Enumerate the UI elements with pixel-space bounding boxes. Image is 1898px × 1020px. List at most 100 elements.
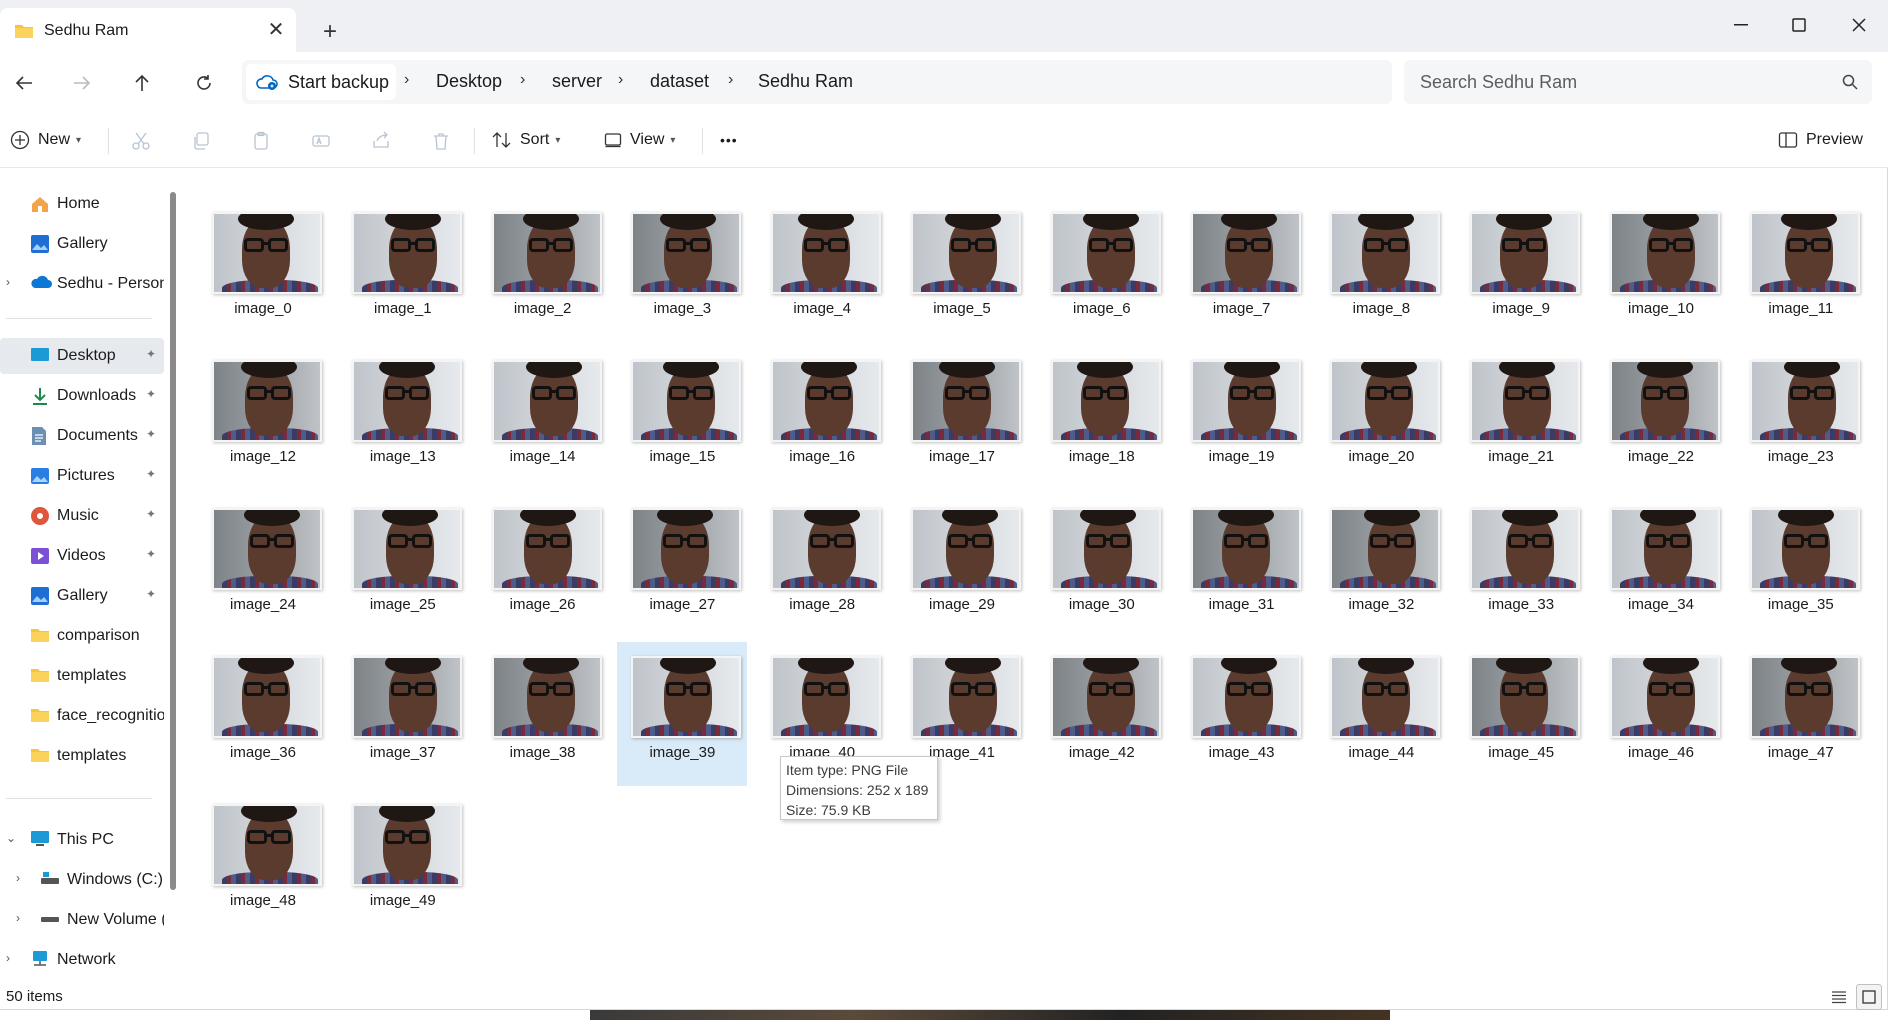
file-item[interactable]: image_24	[198, 494, 328, 638]
pin-icon[interactable]: ✦	[146, 387, 156, 401]
file-item[interactable]: image_21	[1456, 346, 1586, 490]
file-item[interactable]: image_10	[1596, 198, 1726, 342]
file-item[interactable]: image_34	[1596, 494, 1726, 638]
file-item[interactable]: image_1	[338, 198, 468, 342]
file-item[interactable]: image_8	[1316, 198, 1446, 342]
file-item[interactable]: image_22	[1596, 346, 1726, 490]
sidebar-item-new-volume[interactable]: › New Volume (I	[0, 902, 164, 938]
new-button[interactable]: New ▾	[10, 124, 81, 156]
more-options-button[interactable]: •••	[720, 124, 738, 156]
forward-button[interactable]	[62, 64, 102, 102]
cut-button[interactable]	[128, 128, 154, 154]
file-item[interactable]: image_16	[757, 346, 887, 490]
file-item[interactable]: image_12	[198, 346, 328, 490]
file-item[interactable]: image_26	[478, 494, 608, 638]
file-item[interactable]: image_13	[338, 346, 468, 490]
sidebar-item-face-recognition[interactable]: face_recognitior	[0, 698, 164, 734]
up-button[interactable]	[122, 64, 162, 102]
file-item[interactable]: image_42	[1037, 642, 1167, 786]
breadcrumb-server[interactable]: server	[552, 71, 602, 92]
file-item[interactable]: image_46	[1596, 642, 1726, 786]
pin-icon[interactable]: ✦	[146, 587, 156, 601]
share-button[interactable]	[368, 128, 394, 154]
file-item[interactable]: image_29	[897, 494, 1027, 638]
file-item[interactable]: image_14	[478, 346, 608, 490]
thumbnail-view-button[interactable]	[1856, 984, 1882, 1010]
pin-icon[interactable]: ✦	[146, 427, 156, 441]
breadcrumb-dataset[interactable]: dataset	[650, 71, 709, 92]
file-item[interactable]: image_11	[1736, 198, 1866, 342]
sidebar-item-templates[interactable]: templates	[0, 658, 164, 694]
sort-button[interactable]: Sort ▾	[492, 124, 560, 156]
delete-button[interactable]	[428, 128, 454, 154]
start-backup-button[interactable]: Start backup	[246, 64, 396, 100]
sidebar-item-desktop[interactable]: Desktop ✦	[0, 338, 164, 374]
file-item[interactable]: image_2	[478, 198, 608, 342]
file-item[interactable]: image_20	[1316, 346, 1446, 490]
search-box[interactable]: Search Sedhu Ram	[1404, 60, 1872, 104]
file-item[interactable]: image_4	[757, 198, 887, 342]
maximize-button[interactable]	[1770, 8, 1828, 42]
file-item[interactable]: image_25	[338, 494, 468, 638]
sidebar-item-gallery[interactable]: Gallery	[0, 226, 164, 262]
breadcrumb-sedhu-ram[interactable]: Sedhu Ram	[758, 71, 853, 92]
file-item[interactable]: image_33	[1456, 494, 1586, 638]
sidebar-item-network[interactable]: › Network	[0, 942, 164, 978]
sidebar-item-windows-c[interactable]: › Windows (C:)	[0, 862, 164, 898]
view-button[interactable]: View ▾	[604, 124, 675, 156]
close-tab-button[interactable]: ✕	[264, 18, 288, 42]
sidebar-item-comparison[interactable]: comparison	[0, 618, 164, 654]
sidebar-item-home[interactable]: Home	[0, 186, 164, 222]
file-item[interactable]: image_43	[1177, 642, 1307, 786]
file-item[interactable]: image_23	[1736, 346, 1866, 490]
file-item[interactable]: image_27	[617, 494, 747, 638]
file-item[interactable]: image_38	[478, 642, 608, 786]
file-item[interactable]: image_32	[1316, 494, 1446, 638]
file-item[interactable]: image_30	[1037, 494, 1167, 638]
file-item[interactable]: image_6	[1037, 198, 1167, 342]
sidebar-item-downloads[interactable]: Downloads ✦	[0, 378, 164, 414]
file-item[interactable]: image_37	[338, 642, 468, 786]
back-button[interactable]	[4, 64, 44, 102]
sidebar-item-onedrive[interactable]: › Sedhu - Persona	[0, 266, 164, 302]
chevron-down-icon[interactable]: ⌄	[6, 831, 16, 845]
file-item[interactable]: image_9	[1456, 198, 1586, 342]
file-item[interactable]: image_44	[1316, 642, 1446, 786]
file-item[interactable]: image_19	[1177, 346, 1307, 490]
details-view-button[interactable]	[1826, 984, 1852, 1010]
file-item[interactable]: image_3	[617, 198, 747, 342]
sidebar-item-videos[interactable]: Videos ✦	[0, 538, 164, 574]
file-item[interactable]: image_7	[1177, 198, 1307, 342]
file-item[interactable]: image_28	[757, 494, 887, 638]
breadcrumb-desktop[interactable]: Desktop	[436, 71, 502, 92]
pin-icon[interactable]: ✦	[146, 467, 156, 481]
sidebar-item-templates-2[interactable]: templates	[0, 738, 164, 774]
chevron-right-icon[interactable]: ›	[16, 871, 20, 885]
chevron-right-icon[interactable]: ›	[16, 911, 20, 925]
preview-pane-button[interactable]: Preview	[1778, 124, 1863, 156]
tab-sedhu-ram[interactable]: Sedhu Ram ✕	[0, 8, 296, 52]
address-bar[interactable]: Start backup › Desktop › server › datase…	[242, 60, 1392, 104]
paste-button[interactable]	[248, 128, 274, 154]
copy-button[interactable]	[188, 128, 214, 154]
rename-button[interactable]	[308, 128, 334, 154]
close-window-button[interactable]	[1830, 8, 1888, 42]
refresh-button[interactable]	[184, 64, 224, 102]
file-item[interactable]: image_47	[1736, 642, 1866, 786]
search-input[interactable]: Search Sedhu Ram	[1420, 72, 1577, 93]
file-item[interactable]: image_17	[897, 346, 1027, 490]
file-item[interactable]: image_45	[1456, 642, 1586, 786]
file-item[interactable]: image_48	[198, 790, 328, 934]
pin-icon[interactable]: ✦	[146, 507, 156, 521]
file-item[interactable]: image_49	[338, 790, 468, 934]
minimize-button[interactable]	[1712, 8, 1770, 42]
sidebar-item-this-pc[interactable]: ⌄ This PC	[0, 822, 164, 858]
sidebar-item-pictures[interactable]: Pictures ✦	[0, 458, 164, 494]
sidebar-item-documents[interactable]: Documents ✦	[0, 418, 164, 454]
file-item[interactable]: image_0	[198, 198, 328, 342]
sidebar-item-gallery-pinned[interactable]: Gallery ✦	[0, 578, 164, 614]
file-item[interactable]: image_31	[1177, 494, 1307, 638]
pin-icon[interactable]: ✦	[146, 347, 156, 361]
file-item[interactable]: image_5	[897, 198, 1027, 342]
sidebar-item-music[interactable]: Music ✦	[0, 498, 164, 534]
